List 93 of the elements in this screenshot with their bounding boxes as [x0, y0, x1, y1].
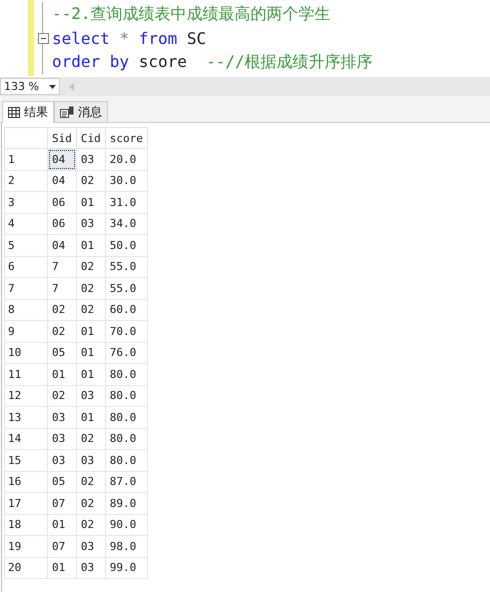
row-number: 16 — [4, 471, 48, 492]
table-cell[interactable]: 20.0 — [105, 148, 148, 170]
table-cell[interactable]: 02 — [76, 514, 106, 536]
row-number: 9 — [4, 320, 48, 342]
row-number: 10 — [4, 342, 48, 364]
table-cell[interactable]: 07 — [48, 536, 76, 557]
table-cell[interactable]: 03 — [76, 557, 106, 578]
row-number: 13 — [4, 406, 48, 428]
table-cell[interactable]: 76.0 — [105, 342, 148, 364]
table-cell[interactable]: 55.0 — [105, 256, 148, 278]
table-cell[interactable]: 7 — [48, 256, 76, 278]
table-cell[interactable]: 03 — [76, 385, 106, 406]
table-cell[interactable]: 02 — [76, 492, 106, 514]
table-cell[interactable]: 80.0 — [105, 364, 148, 385]
row-number: 18 — [4, 514, 48, 536]
table-cell[interactable]: 03 — [48, 450, 76, 471]
table-cell[interactable]: 55.0 — [105, 278, 148, 299]
table-cell[interactable]: 03 — [48, 406, 76, 428]
table-cell[interactable]: 02 — [76, 278, 106, 299]
caret-icon — [49, 84, 56, 88]
table-cell[interactable]: 03 — [76, 450, 106, 471]
table-cell[interactable]: 01 — [76, 192, 106, 213]
collapse-icon[interactable] — [38, 32, 48, 44]
zoom-dropdown[interactable]: 133 % — [0, 78, 60, 95]
table-cell[interactable]: 05 — [48, 471, 76, 492]
results-tab[interactable]: 消息 — [54, 101, 108, 123]
row-number: 7 — [4, 278, 48, 299]
table-cell[interactable]: 03 — [76, 148, 106, 170]
table-cell[interactable]: 7 — [48, 278, 76, 299]
table-cell[interactable]: 02 — [76, 471, 106, 492]
row-number: 11 — [4, 364, 48, 385]
row-number: 14 — [4, 428, 48, 450]
table-cell[interactable]: 02 — [48, 299, 76, 320]
table-cell[interactable]: 90.0 — [105, 514, 148, 536]
table-cell[interactable]: 70.0 — [105, 320, 148, 342]
table-cell[interactable]: 98.0 — [105, 536, 148, 557]
table-cell[interactable]: 04 — [48, 170, 76, 192]
table-cell[interactable]: 89.0 — [105, 492, 148, 514]
table-cell[interactable]: 30.0 — [105, 170, 148, 192]
table-cell[interactable]: 01 — [76, 342, 106, 364]
column-header[interactable]: Cid — [76, 128, 106, 148]
row-number: 15 — [4, 450, 48, 471]
table-cell[interactable]: 01 — [48, 364, 76, 385]
table-cell[interactable]: 04 — [48, 148, 76, 170]
row-number: 17 — [4, 492, 48, 514]
table-cell[interactable]: 01 — [76, 320, 106, 342]
results-tab[interactable]: 结果 — [2, 101, 54, 123]
row-number: 5 — [4, 234, 48, 256]
table-cell[interactable]: 06 — [48, 192, 76, 213]
table-cell[interactable]: 80.0 — [105, 385, 148, 406]
column-header[interactable]: Sid — [48, 128, 76, 148]
table-cell[interactable]: 31.0 — [105, 192, 148, 213]
code-line: --2.查询成绩表中成绩最高的两个学生 — [52, 4, 331, 24]
table-cell[interactable]: 80.0 — [105, 450, 148, 471]
row-number: 20 — [4, 557, 48, 578]
table-cell[interactable]: 02 — [76, 428, 106, 450]
row-number: 2 — [4, 170, 48, 192]
grid-icon — [8, 106, 20, 118]
code-line: select * from SC — [52, 28, 206, 48]
table-cell[interactable]: 02 — [76, 256, 106, 278]
row-number: 4 — [4, 213, 48, 234]
table-cell[interactable]: 02 — [76, 170, 106, 192]
row-number: 3 — [4, 192, 48, 213]
table-cell[interactable]: 02 — [76, 299, 106, 320]
table-cell[interactable]: 99.0 — [105, 557, 148, 578]
code-line: order by score --//根据成绩升序排序 — [52, 52, 373, 72]
table-cell[interactable]: 03 — [48, 428, 76, 450]
table-cell[interactable]: 06 — [48, 213, 76, 234]
table-cell[interactable]: 01 — [48, 514, 76, 536]
table-cell[interactable]: 80.0 — [105, 428, 148, 450]
table-cell[interactable]: 50.0 — [105, 234, 148, 256]
row-number: 8 — [4, 299, 48, 320]
table-cell[interactable]: 04 — [48, 234, 76, 256]
table-cell[interactable]: 80.0 — [105, 406, 148, 428]
table-cell[interactable]: 01 — [76, 234, 106, 256]
table-cell[interactable]: 60.0 — [105, 299, 148, 320]
row-number: 12 — [4, 385, 48, 406]
corner-header — [4, 128, 48, 148]
row-number: 19 — [4, 536, 48, 557]
row-number: 6 — [4, 256, 48, 278]
table-cell[interactable]: 03 — [76, 213, 106, 234]
messages-icon — [60, 106, 74, 118]
table-cell[interactable]: 03 — [76, 536, 106, 557]
table-cell[interactable]: 07 — [48, 492, 76, 514]
column-header[interactable]: score — [105, 128, 148, 148]
table-cell[interactable]: 02 — [48, 385, 76, 406]
table-cell[interactable]: 01 — [76, 364, 106, 385]
table-cell[interactable]: 02 — [48, 320, 76, 342]
table-cell[interactable]: 87.0 — [105, 471, 148, 492]
table-cell[interactable]: 05 — [48, 342, 76, 364]
table-cell[interactable]: 01 — [48, 557, 76, 578]
table-cell[interactable]: 01 — [76, 406, 106, 428]
table-cell[interactable]: 34.0 — [105, 213, 148, 234]
